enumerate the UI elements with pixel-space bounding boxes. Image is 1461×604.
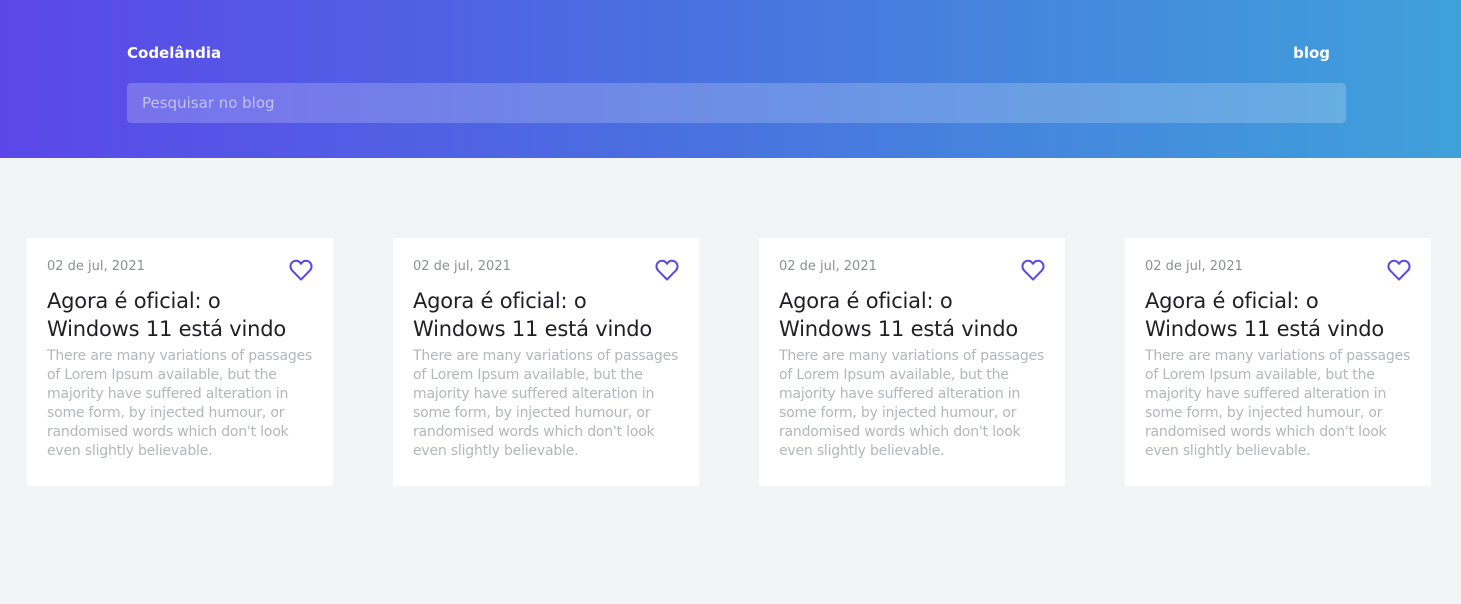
post-excerpt: There are many variations of passages of… (779, 348, 1045, 459)
post-card[interactable]: 02 de jul, 2021 Agora é oficial: o Windo… (759, 238, 1065, 486)
nav-link-blog[interactable]: blog (1293, 44, 1330, 62)
post-date: 02 de jul, 2021 (1145, 259, 1243, 274)
brand-logo-link[interactable]: Codelândia (127, 44, 221, 62)
post-title[interactable]: Agora é oficial: o Windows 11 está vindo (413, 287, 679, 343)
page-header: Codelândia blog (0, 0, 1461, 158)
post-title[interactable]: Agora é oficial: o Windows 11 está vindo (47, 287, 313, 343)
post-title[interactable]: Agora é oficial: o Windows 11 está vindo (779, 287, 1045, 343)
post-card[interactable]: 02 de jul, 2021 Agora é oficial: o Windo… (393, 238, 699, 486)
post-card[interactable]: 02 de jul, 2021 Agora é oficial: o Windo… (1125, 238, 1431, 486)
post-date: 02 de jul, 2021 (47, 259, 145, 274)
heart-icon[interactable] (289, 259, 313, 281)
post-excerpt: There are many variations of passages of… (47, 348, 313, 459)
post-card[interactable]: 02 de jul, 2021 Agora é oficial: o Windo… (27, 238, 333, 486)
post-excerpt: There are many variations of passages of… (1145, 348, 1411, 459)
post-excerpt: There are many variations of passages of… (413, 348, 679, 459)
post-title[interactable]: Agora é oficial: o Windows 11 está vindo (1145, 287, 1411, 343)
post-date: 02 de jul, 2021 (779, 259, 877, 274)
heart-icon[interactable] (1021, 259, 1045, 281)
heart-icon[interactable] (655, 259, 679, 281)
post-date: 02 de jul, 2021 (413, 259, 511, 274)
heart-icon[interactable] (1387, 259, 1411, 281)
search-input[interactable] (127, 83, 1346, 123)
